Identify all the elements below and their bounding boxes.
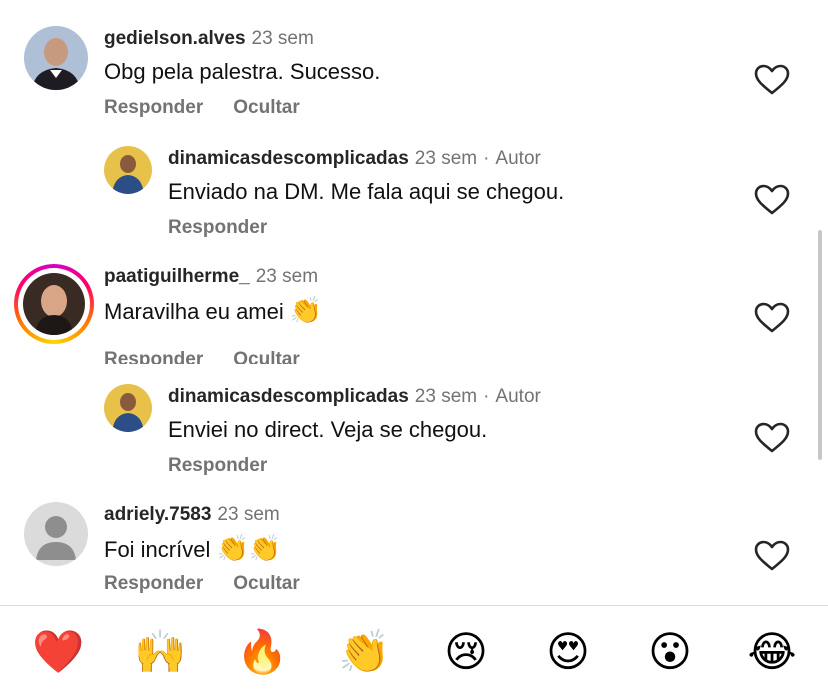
comment-text: Enviei no direct. Veja se chegou. — [168, 417, 488, 442]
clap-emoji: 👏 — [289, 295, 323, 325]
clipped-actions: Responder Ocultar — [0, 340, 828, 364]
comment-text-content: Maravilha eu amei — [104, 299, 284, 324]
avatar[interactable] — [24, 502, 88, 566]
hide-button[interactable]: Ocultar — [233, 97, 300, 118]
comment-text: Obg pela palestra. Sucesso. — [104, 59, 381, 84]
heart-outline-icon[interactable] — [754, 302, 790, 334]
comment-actions: Responder — [168, 216, 297, 240]
author-label: Autor — [495, 386, 541, 407]
timestamp: 23 sem — [414, 148, 478, 169]
heart-outline-icon[interactable] — [754, 422, 790, 454]
comment-text-content: Foi incrível — [104, 537, 211, 562]
comment-meta: dinamicasdescomplicadas 23 sem · Autor — [168, 147, 541, 171]
comment-text: Maravilha eu amei 👏 — [104, 296, 322, 326]
comment-text: Enviado na DM. Me fala aqui se chegou. — [168, 179, 565, 204]
reaction-heart-emoji[interactable]: ❤️ — [32, 626, 84, 678]
reply-button[interactable]: Responder — [104, 349, 203, 364]
avatar[interactable] — [24, 26, 88, 90]
author-label: Autor — [495, 148, 541, 169]
username[interactable]: gedielson.alves — [104, 28, 246, 49]
reaction-raised-hands-emoji[interactable]: 🙌 — [134, 626, 186, 678]
comment-actions: Responder Ocultar — [104, 96, 330, 120]
scrollbar[interactable] — [818, 230, 822, 460]
reply-button[interactable]: Responder — [168, 217, 267, 238]
reaction-surprised-emoji[interactable]: 😮 — [644, 626, 696, 678]
reply-button[interactable]: Responder — [168, 455, 267, 476]
username[interactable]: adriely.7583 — [104, 504, 211, 525]
username[interactable]: paatiguilherme_ — [104, 266, 250, 287]
reaction-heart-eyes-emoji[interactable]: 😍 — [542, 626, 594, 678]
username[interactable]: dinamicasdescomplicadas — [168, 386, 409, 407]
user-photo-icon — [24, 26, 88, 90]
separator: · — [483, 148, 490, 169]
user-photo-icon — [104, 384, 152, 432]
quick-reaction-bar: ❤️ 🙌 🔥 👏 😢 😍 😮 😂 — [0, 606, 828, 690]
avatar[interactable] — [104, 384, 152, 432]
comment-meta: adriely.7583 23 sem — [104, 503, 280, 527]
comment-actions: Responder — [168, 454, 297, 478]
timestamp: 23 sem — [251, 28, 314, 49]
avatar[interactable] — [23, 273, 85, 335]
separator: · — [483, 386, 490, 407]
timestamp: 23 sem — [255, 266, 319, 287]
comment-meta: dinamicasdescomplicadas 23 sem · Autor — [168, 385, 541, 409]
reaction-laughing-emoji[interactable]: 😂 — [746, 626, 798, 678]
username[interactable]: dinamicasdescomplicadas — [168, 148, 409, 169]
user-photo-icon — [104, 146, 152, 194]
reaction-fire-emoji[interactable]: 🔥 — [236, 626, 288, 678]
timestamp: 23 sem — [217, 504, 280, 525]
reaction-crying-emoji[interactable]: 😢 — [440, 626, 492, 678]
user-photo-icon — [23, 273, 85, 335]
comment-meta: paatiguilherme_ 23 sem — [104, 265, 318, 289]
hide-button[interactable]: Ocultar — [233, 349, 300, 364]
comment-text: Foi incrível 👏👏 — [104, 534, 281, 564]
comment-actions: Responder Ocultar — [104, 348, 330, 364]
comment-actions: Responder Ocultar — [104, 572, 330, 596]
timestamp: 23 sem — [414, 386, 478, 407]
comment-meta: gedielson.alves 23 sem — [104, 27, 314, 51]
heart-outline-icon[interactable] — [754, 184, 790, 216]
default-avatar-icon — [24, 502, 88, 566]
avatar[interactable] — [104, 146, 152, 194]
reply-button[interactable]: Responder — [104, 97, 203, 118]
heart-outline-icon[interactable] — [754, 64, 790, 96]
reply-button[interactable]: Responder — [104, 573, 203, 594]
clap-emoji: 👏👏 — [216, 533, 282, 563]
hide-button[interactable]: Ocultar — [233, 573, 300, 594]
reaction-clap-emoji[interactable]: 👏 — [338, 626, 390, 678]
heart-outline-icon[interactable] — [754, 540, 790, 572]
